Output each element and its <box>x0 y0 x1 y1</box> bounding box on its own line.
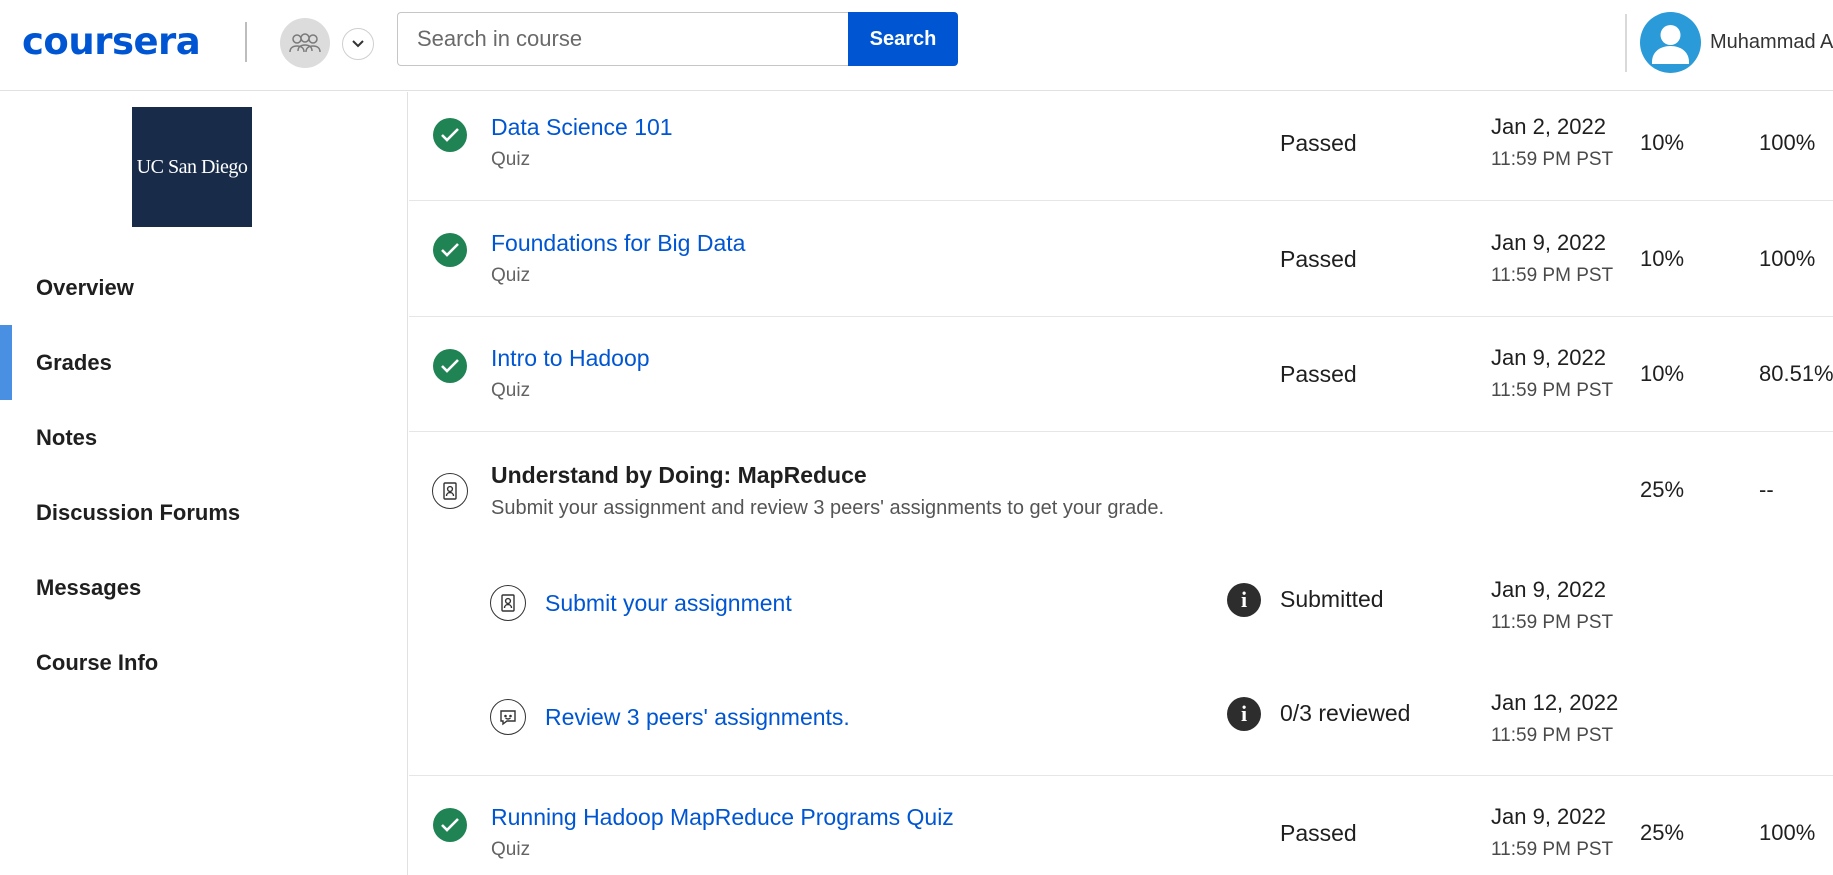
sidebar-item-course-info[interactable]: Course Info <box>0 633 407 693</box>
assignment-title-link[interactable]: Intro to Hadoop <box>491 345 650 372</box>
submit-assignment-link[interactable]: Submit your assignment <box>545 590 792 617</box>
grade-value: -- <box>1759 477 1774 502</box>
due-date: Jan 9, 2022 <box>1491 230 1606 255</box>
sidebar-item-discussion-forums[interactable]: Discussion Forums <box>0 483 407 543</box>
weight-value: 10% <box>1640 246 1685 271</box>
due-date: Jan 9, 2022 <box>1491 804 1606 829</box>
due-time: 11:59 PM PST <box>1491 149 1614 170</box>
assignment-title-link[interactable]: Data Science 101 <box>491 114 673 141</box>
grade-value: 100% <box>1759 130 1816 155</box>
peer-assignment-description: Submit your assignment and review 3 peer… <box>491 497 1165 519</box>
passed-check-icon <box>433 118 467 152</box>
school-logo: UC San Diego <box>132 107 252 227</box>
due-time: 11:59 PM PST <box>1491 839 1614 860</box>
due-time: 11:59 PM PST <box>1491 265 1614 286</box>
user-name[interactable]: Muhammad A <box>1710 31 1833 54</box>
weight-value: 10% <box>1640 130 1685 155</box>
coursera-logo[interactable]: coursera <box>22 20 201 64</box>
submit-assignment-icon <box>490 585 526 621</box>
info-icon[interactable]: i <box>1227 697 1261 731</box>
chevron-down-icon[interactable] <box>342 28 374 60</box>
assignment-type: Quiz <box>491 380 531 401</box>
due-date: Jan 9, 2022 <box>1491 345 1606 370</box>
search-input[interactable] <box>397 12 848 66</box>
info-icon[interactable]: i <box>1227 583 1261 617</box>
course-sidebar: UC San Diego Overview Grades Notes Discu… <box>0 92 408 875</box>
user-avatar[interactable] <box>1640 12 1701 73</box>
passed-check-icon <box>433 233 467 267</box>
search-button[interactable]: Search <box>848 12 958 66</box>
review-peers-link[interactable]: Review 3 peers' assignments. <box>545 704 850 731</box>
due-time: 11:59 PM PST <box>1491 725 1614 746</box>
header-divider-right <box>1625 14 1627 72</box>
grade-value: 80.51% <box>1759 361 1833 386</box>
passed-check-icon <box>433 349 467 383</box>
grades-table: Data Science 101 Quiz Passed Jan 2, 2022… <box>409 92 1833 875</box>
passed-check-icon <box>433 808 467 842</box>
status-text: Passed <box>1280 820 1357 846</box>
assignment-title-link[interactable]: Running Hadoop MapReduce Programs Quiz <box>491 804 954 831</box>
due-time: 11:59 PM PST <box>1491 612 1614 633</box>
weight-value: 10% <box>1640 361 1685 386</box>
due-date: Jan 2, 2022 <box>1491 114 1606 139</box>
grade-value: 100% <box>1759 820 1816 845</box>
status-text: Passed <box>1280 130 1357 156</box>
due-date: Jan 12, 2022 <box>1491 690 1619 715</box>
due-date: Jan 9, 2022 <box>1491 577 1606 602</box>
row-divider <box>409 431 1833 432</box>
weight-value: 25% <box>1640 477 1685 502</box>
due-time: 11:59 PM PST <box>1491 380 1614 401</box>
status-text: Passed <box>1280 361 1357 387</box>
sidebar-item-overview[interactable]: Overview <box>0 258 407 318</box>
assignment-type: Quiz <box>491 149 531 170</box>
status-text: 0/3 reviewed <box>1280 700 1411 726</box>
header-divider <box>245 22 247 62</box>
peer-assignment-icon <box>432 473 468 509</box>
grade-value: 100% <box>1759 246 1816 271</box>
top-header: coursera Search Muhammad A <box>0 0 1833 91</box>
learner-group-icon[interactable] <box>280 18 330 68</box>
assignment-type: Quiz <box>491 265 531 286</box>
assignment-type: Quiz <box>491 839 531 860</box>
status-text: Submitted <box>1280 586 1384 612</box>
row-divider <box>409 200 1833 201</box>
weight-value: 25% <box>1640 820 1685 845</box>
sidebar-item-messages[interactable]: Messages <box>0 558 407 618</box>
review-peers-icon <box>490 699 526 735</box>
row-divider <box>409 316 1833 317</box>
peer-assignment-title: Understand by Doing: MapReduce <box>491 462 867 488</box>
sidebar-item-notes[interactable]: Notes <box>0 408 407 468</box>
assignment-title-link[interactable]: Foundations for Big Data <box>491 230 745 257</box>
status-text: Passed <box>1280 246 1357 272</box>
sidebar-item-grades[interactable]: Grades <box>0 325 407 400</box>
row-divider <box>409 775 1833 776</box>
